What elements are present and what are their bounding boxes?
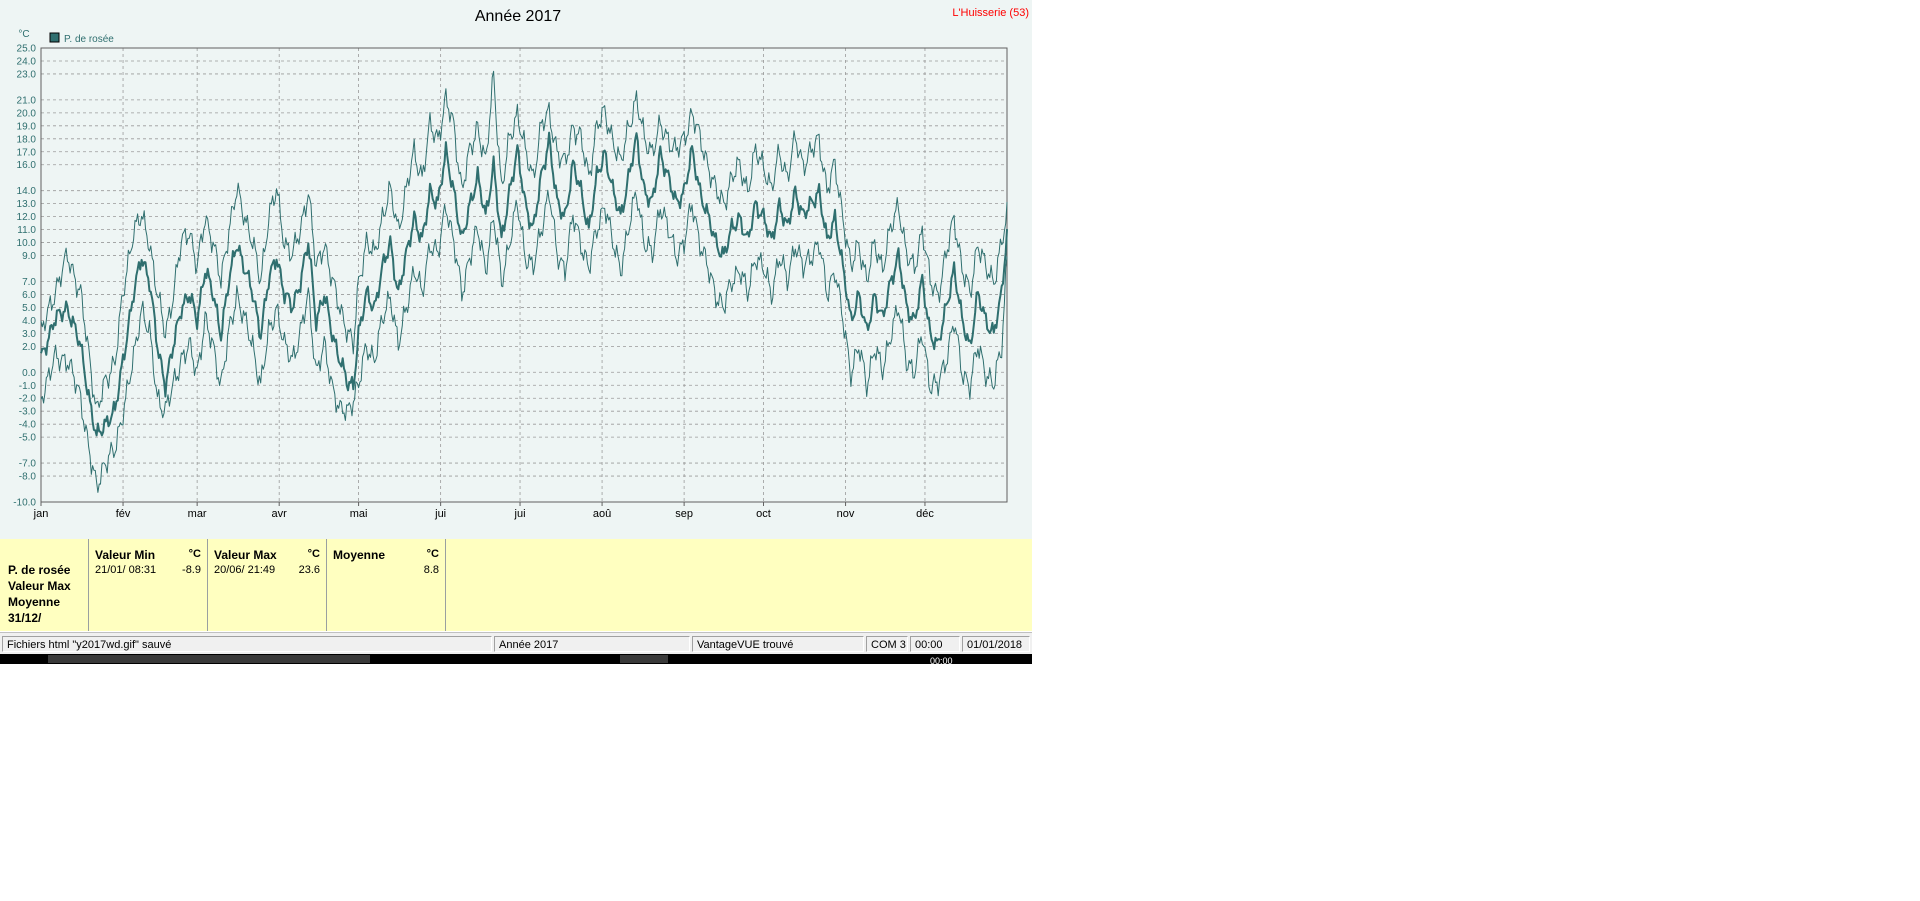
stats-mean-value: 8.8 bbox=[423, 564, 439, 576]
taskbar-button[interactable] bbox=[48, 655, 370, 663]
x-tick-label: sep bbox=[675, 508, 693, 520]
y-tick-label: 7.0 bbox=[22, 277, 36, 288]
status-port: COM 3 bbox=[866, 636, 908, 652]
x-tick-label: nov bbox=[837, 508, 855, 520]
y-tick-label: 21.0 bbox=[17, 95, 37, 106]
y-tick-label: 24.0 bbox=[17, 56, 37, 67]
chart-panel: Année 2017 L'Huisserie (53) °C P. de ros… bbox=[0, 0, 1032, 539]
stats-min-unit: °C bbox=[188, 548, 201, 560]
x-tick-label: jui bbox=[434, 508, 446, 520]
y-tick-label: 14.0 bbox=[17, 186, 37, 197]
x-tick-label: mar bbox=[188, 508, 207, 520]
station-name: L'Huisserie (53) bbox=[952, 7, 1029, 19]
stats-max-unit: °C bbox=[307, 548, 320, 560]
stats-min-column: Valeur Min °C 21/01/ 08:31 -8.9 bbox=[89, 539, 208, 631]
y-tick-label: -2.0 bbox=[19, 394, 37, 405]
stats-label-mean: Moyenne bbox=[8, 595, 61, 609]
y-tick-label: 20.0 bbox=[17, 108, 37, 119]
y-tick-label: -4.0 bbox=[19, 420, 37, 431]
stats-max-header: Valeur Max bbox=[214, 548, 277, 562]
y-tick-label: -7.0 bbox=[19, 459, 37, 470]
series-mean-line bbox=[40, 131, 1008, 437]
status-device: VantageVUE trouvé bbox=[692, 636, 864, 652]
y-tick-label: 19.0 bbox=[17, 121, 37, 132]
y-tick-label: -8.0 bbox=[19, 472, 37, 483]
y-tick-label: 18.0 bbox=[17, 134, 37, 145]
stats-min-header: Valeur Min bbox=[95, 548, 156, 562]
y-tick-label: 17.0 bbox=[17, 147, 37, 158]
stats-mean-header: Moyenne bbox=[333, 548, 386, 562]
y-tick-label: 10.0 bbox=[17, 238, 37, 249]
taskbar-clock: 00:00 bbox=[930, 656, 953, 664]
y-tick-label: 25.0 bbox=[17, 44, 37, 55]
chart-title: Année 2017 bbox=[475, 8, 561, 25]
y-axis: 25.024.0 23.0 21.0 20.0 19.0 18.0 17.0 16.0 14.0… bbox=[13, 44, 36, 509]
x-tick-label: jui bbox=[514, 508, 526, 520]
stats-label-date: 31/12/ bbox=[8, 611, 42, 625]
grid-lines bbox=[40, 47, 1007, 503]
status-time: 00:00 bbox=[910, 636, 960, 652]
y-tick-label: 3.0 bbox=[22, 329, 36, 340]
y-tick-label: 4.0 bbox=[22, 316, 36, 327]
dew-point-chart: Année 2017 L'Huisserie (53) °C P. de ros… bbox=[13, 7, 1029, 520]
stats-row-labels: P. de rosée Valeur Max Moyenne 31/12/ bbox=[0, 539, 89, 631]
stats-min-value: -8.9 bbox=[182, 564, 201, 576]
y-tick-label: 11.0 bbox=[17, 225, 36, 236]
stats-min-date: 21/01/ 08:31 bbox=[95, 564, 157, 576]
weather-app-window: Année 2017 L'Huisserie (53) °C P. de ros… bbox=[0, 0, 1032, 666]
y-tick-label: 5.0 bbox=[22, 303, 36, 314]
y-tick-label: 12.0 bbox=[17, 212, 37, 223]
stats-max-value: 23.6 bbox=[298, 564, 320, 576]
y-tick-label: 6.0 bbox=[22, 290, 36, 301]
taskbar-button[interactable] bbox=[620, 655, 668, 663]
stats-label-dewpoint: P. de rosée bbox=[8, 563, 71, 577]
y-tick-label: 9.0 bbox=[22, 251, 36, 262]
legend-swatch bbox=[49, 32, 60, 43]
status-date: 01/01/2018 bbox=[962, 636, 1030, 652]
x-tick-label: mai bbox=[350, 508, 368, 520]
x-tick-label: fév bbox=[116, 508, 131, 520]
taskbar-strip: 00:00 bbox=[0, 654, 1032, 664]
status-period: Année 2017 bbox=[494, 636, 690, 652]
stats-max-date: 20/06/ 21:49 bbox=[214, 564, 276, 576]
y-tick-label: 13.0 bbox=[17, 199, 37, 210]
x-tick-label: déc bbox=[916, 508, 934, 520]
x-tick-label: aoû bbox=[593, 508, 611, 520]
stats-mean-column: Moyenne °C 8.8 bbox=[327, 539, 446, 631]
y-tick-label: -5.0 bbox=[19, 433, 37, 444]
stats-panel: P. de rosée Valeur Max Moyenne 31/12/ Va… bbox=[0, 539, 1032, 631]
x-axis: jan fév mar avr mai jui jui aoû sep oct nov déc bbox=[33, 502, 934, 520]
stats-mean-unit: °C bbox=[426, 548, 439, 560]
stats-max-column: Valeur Max °C 20/06/ 21:49 23.6 bbox=[208, 539, 327, 631]
y-tick-label: 16.0 bbox=[17, 160, 37, 171]
status-bar: Fichiers html "y2017wd.gif" sauvé Année … bbox=[0, 632, 1032, 655]
y-tick-label: 0.0 bbox=[22, 368, 36, 379]
x-tick-label: avr bbox=[272, 508, 288, 520]
plot-frame bbox=[40, 47, 1008, 503]
status-file: Fichiers html "y2017wd.gif" sauvé bbox=[2, 636, 492, 652]
x-tick-label: jan bbox=[33, 508, 49, 520]
y-axis-unit: °C bbox=[18, 29, 29, 40]
y-tick-label: -10.0 bbox=[13, 498, 36, 509]
x-tick-label: oct bbox=[756, 508, 771, 520]
y-tick-label: 2.0 bbox=[22, 342, 36, 353]
legend-label: P. de rosée bbox=[64, 34, 114, 45]
y-tick-label: 23.0 bbox=[17, 69, 37, 80]
stats-label-max: Valeur Max bbox=[8, 579, 71, 593]
y-tick-label: -1.0 bbox=[19, 381, 37, 392]
y-tick-label: -3.0 bbox=[19, 407, 37, 418]
